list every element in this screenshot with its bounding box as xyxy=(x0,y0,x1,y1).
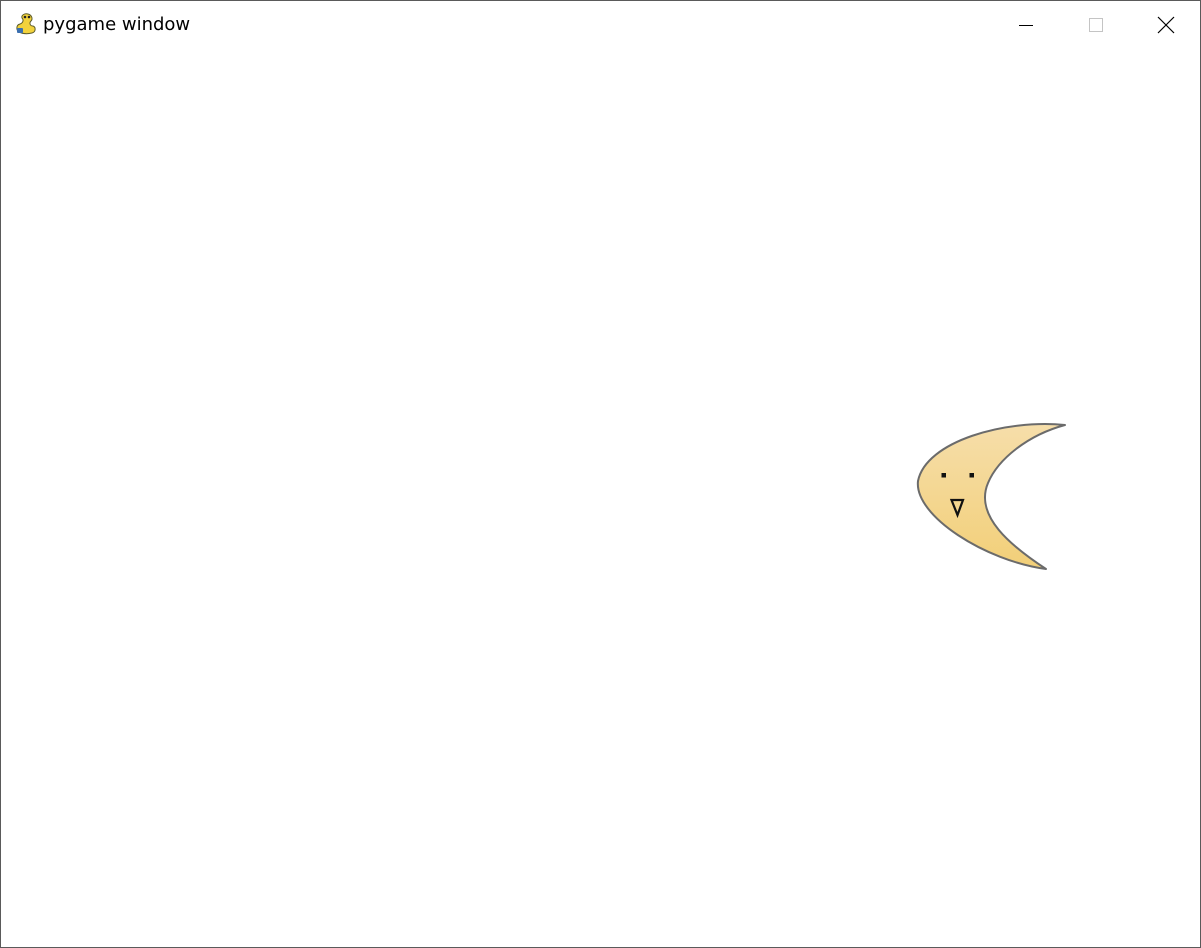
window-title: pygame window xyxy=(43,14,191,35)
pygame-snake-icon xyxy=(14,12,38,36)
moon-eye-left xyxy=(941,473,946,478)
close-button[interactable] xyxy=(1131,1,1200,49)
moon-eye-right xyxy=(969,473,974,478)
close-icon xyxy=(1157,16,1175,34)
title-bar[interactable]: pygame window xyxy=(1,1,1200,49)
crescent-moon-body xyxy=(916,423,1066,570)
minimize-button[interactable] xyxy=(991,1,1061,49)
maximize-button[interactable] xyxy=(1061,1,1131,49)
pygame-window: pygame window xyxy=(0,0,1201,948)
game-canvas[interactable] xyxy=(1,49,1200,947)
maximize-icon xyxy=(1089,18,1103,32)
minimize-icon xyxy=(1019,25,1033,26)
crescent-moon-sprite xyxy=(916,423,1066,570)
